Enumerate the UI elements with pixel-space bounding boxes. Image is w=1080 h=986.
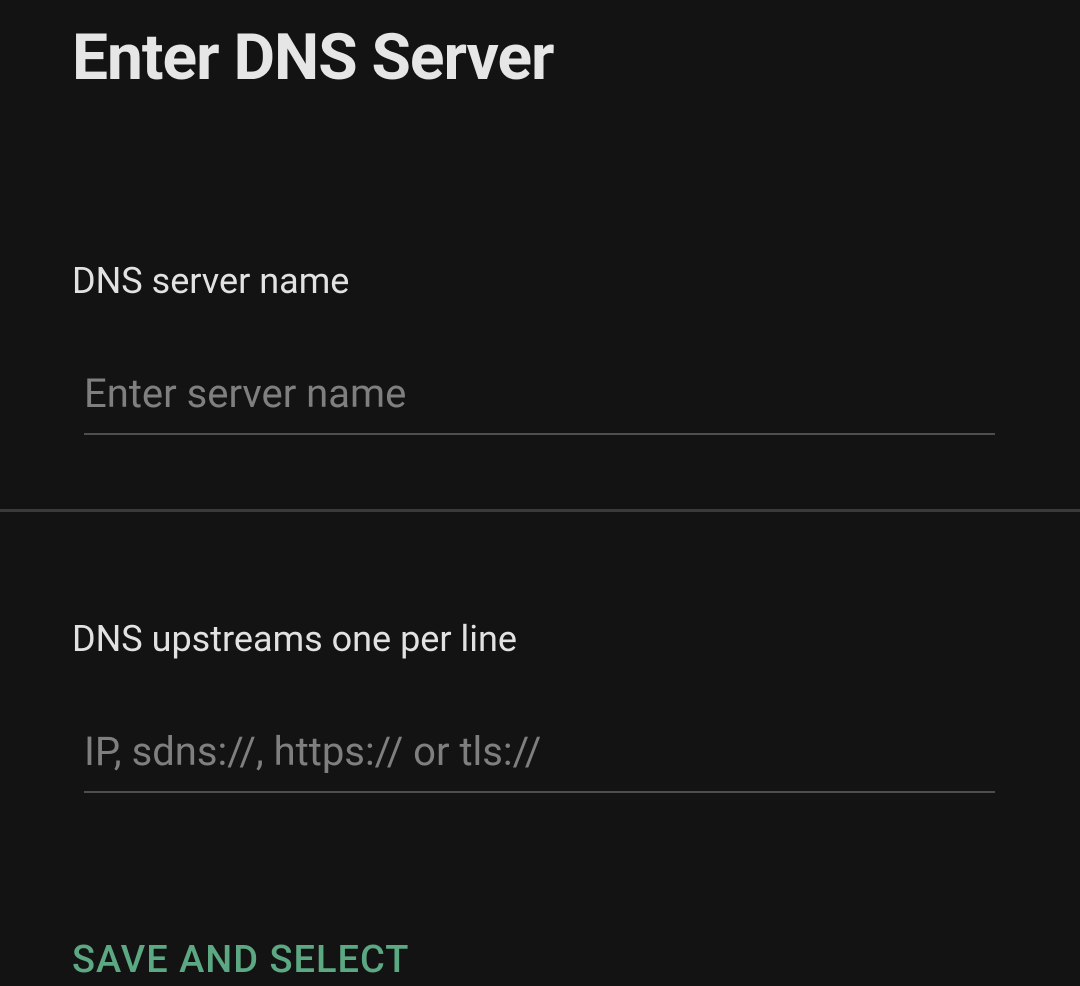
upstreams-input[interactable] (84, 720, 995, 793)
page-title: Enter DNS Server (0, 0, 1080, 95)
section-divider (0, 509, 1080, 512)
save-and-select-button[interactable]: SAVE AND SELECT (72, 938, 409, 982)
server-name-input[interactable] (84, 362, 995, 435)
upstreams-section: DNS upstreams one per line SAVE AND SELE… (0, 618, 1080, 982)
server-name-section: DNS server name (0, 260, 1080, 435)
server-name-label: DNS server name (72, 260, 1008, 302)
upstreams-label: DNS upstreams one per line (72, 618, 1008, 660)
